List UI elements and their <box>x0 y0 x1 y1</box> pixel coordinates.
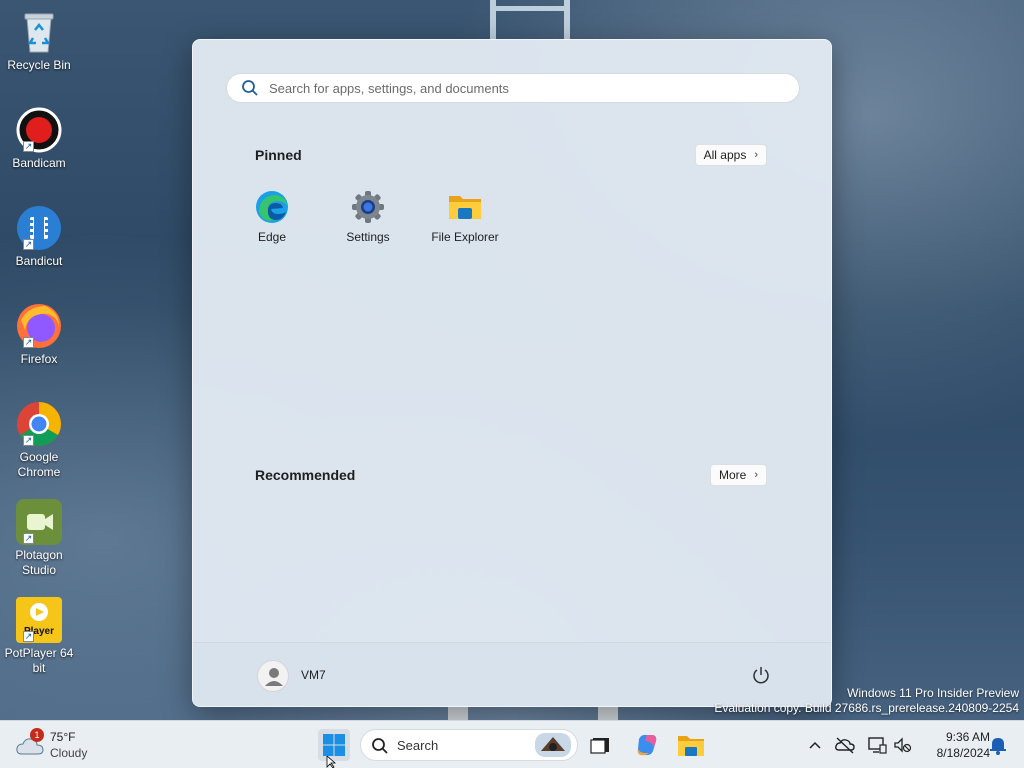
search-highlight-icon <box>535 733 571 757</box>
mouse-cursor-icon <box>326 756 337 768</box>
gear-icon <box>351 190 385 224</box>
volume-status[interactable] <box>892 735 914 755</box>
desktop-icon-label: Plotagon Studio <box>15 548 63 577</box>
start-menu-footer: VM7 <box>193 642 831 706</box>
network-status[interactable] <box>866 735 888 755</box>
app-label: File Explorer <box>431 230 499 244</box>
shortcut-arrow-icon: ↗ <box>23 533 34 544</box>
potplayer-icon: Player ↗ <box>15 596 63 644</box>
all-apps-label: All apps <box>703 148 747 162</box>
plotagon-icon: ↗ <box>15 498 63 546</box>
shortcut-arrow-icon: ↗ <box>23 239 34 250</box>
clock[interactable]: 9:36 AM 8/18/2024 <box>918 729 990 761</box>
folder-icon <box>678 736 704 756</box>
desktop-icon-potplayer[interactable]: Player ↗ PotPlayer 64 bit <box>4 596 74 676</box>
watermark-line2: Evaluation copy. Build 27686.rs_prerelea… <box>714 701 1019 715</box>
bandicut-icon: ↗ <box>15 204 63 252</box>
desktop-icon-label: Firefox <box>20 352 58 366</box>
desktop-icon-label: Bandicam <box>12 156 66 170</box>
bandicam-icon: ↗ <box>15 106 63 154</box>
taskbar-search-label: Search <box>397 738 439 753</box>
shortcut-arrow-icon: ↗ <box>23 337 34 348</box>
desktop-icon-label: Recycle Bin <box>7 58 71 72</box>
desktop-icon-label: Bandicut <box>15 254 63 268</box>
onedrive-status[interactable] <box>834 735 856 755</box>
desktop-icon-firefox[interactable]: ↗ Firefox <box>4 302 74 367</box>
shortcut-arrow-icon: ↗ <box>23 141 34 152</box>
copilot-button[interactable] <box>631 729 663 761</box>
bell-icon <box>990 738 1006 755</box>
chevron-up-icon <box>809 741 821 749</box>
power-icon[interactable] <box>751 665 771 685</box>
taskbar-search[interactable]: Search <box>360 729 578 761</box>
taskbar: 1 75°F Cloudy Search 9:36 AM 8/18/2024 <box>0 720 1024 768</box>
shortcut-arrow-icon: ↗ <box>23 435 34 446</box>
edge-icon <box>255 190 289 224</box>
app-label: Settings <box>346 230 390 244</box>
weather-badge: 1 <box>30 728 44 742</box>
pinned-app-edge[interactable]: Edge <box>224 190 320 244</box>
wallpaper-ladder-top <box>490 0 570 40</box>
watermark-line1: Windows 11 Pro Insider Preview <box>847 686 1019 700</box>
notifications-button[interactable] <box>987 735 1009 755</box>
desktop-icon-recycle-bin[interactable]: Recycle Bin <box>4 8 74 73</box>
chevron-right-icon: › <box>754 149 758 161</box>
pinned-app-settings[interactable]: Settings <box>320 190 416 244</box>
desktop-icon-bandicut[interactable]: ↗ Bandicut <box>4 204 74 269</box>
desktop-icon-bandicam[interactable]: ↗ Bandicam <box>4 106 74 171</box>
start-search-box[interactable]: Search for apps, settings, and documents <box>226 73 800 103</box>
user-name[interactable]: VM7 <box>301 668 326 682</box>
chevron-right-icon: › <box>754 469 758 481</box>
cloud-offline-icon <box>835 737 855 754</box>
clock-date: 8/18/2024 <box>936 746 990 760</box>
network-icon <box>868 737 887 754</box>
firefox-icon: ↗ <box>15 302 63 350</box>
app-label: Edge <box>257 230 287 244</box>
user-icon <box>265 668 283 686</box>
show-hidden-icons-button[interactable] <box>804 735 826 755</box>
folder-icon <box>448 190 482 224</box>
recycle-bin-icon <box>15 8 63 56</box>
task-view-button[interactable] <box>584 729 616 761</box>
search-placeholder: Search for apps, settings, and documents <box>269 80 509 96</box>
pinned-app-file-explorer[interactable]: File Explorer <box>417 190 513 244</box>
speaker-muted-icon <box>894 737 912 753</box>
weather-widget[interactable]: 1 75°F Cloudy <box>16 728 106 762</box>
file-explorer-taskbar-button[interactable] <box>675 729 707 761</box>
copilot-icon <box>637 734 657 756</box>
avatar[interactable] <box>257 660 289 692</box>
desktop-icon-label: Google Chrome <box>17 450 61 479</box>
desktop-icon-google-chrome[interactable]: ↗ Google Chrome <box>4 400 74 480</box>
clock-time: 9:36 AM <box>945 730 990 744</box>
more-button[interactable]: More › <box>709 464 767 486</box>
desktop-icon-plotagon-studio[interactable]: ↗ Plotagon Studio <box>4 498 74 578</box>
task-view-icon <box>590 738 609 754</box>
weather-temp: 75°F <box>50 730 76 744</box>
more-label: More <box>718 468 747 482</box>
search-icon <box>372 738 388 754</box>
chrome-icon: ↗ <box>15 400 63 448</box>
start-menu: Search for apps, settings, and documents… <box>192 39 832 707</box>
search-icon <box>242 80 258 96</box>
desktop-icon-label: PotPlayer 64 bit <box>4 646 74 675</box>
recommended-title: Recommended <box>255 467 356 483</box>
all-apps-button[interactable]: All apps › <box>694 144 767 166</box>
weather-condition: Cloudy <box>50 746 88 760</box>
shortcut-arrow-icon: ↗ <box>23 631 34 642</box>
pinned-title: Pinned <box>255 147 302 163</box>
